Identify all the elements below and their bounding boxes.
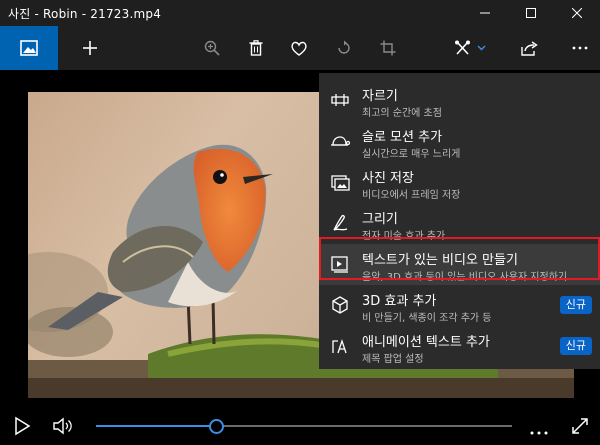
save-frame-icon — [331, 175, 350, 191]
fullscreen-icon — [572, 418, 588, 434]
menu-item-animated-text[interactable]: 애니메이션 텍스트 추가 제목 팝업 설정 신규 — [319, 326, 600, 367]
minimize-icon — [480, 12, 490, 14]
minimize-button[interactable] — [462, 0, 508, 26]
trash-icon — [249, 40, 263, 56]
maximize-button[interactable] — [508, 0, 554, 26]
plus-icon — [83, 41, 97, 55]
menu-item-title: 사진 저장 — [362, 171, 414, 186]
menu-item-title: 3D 효과 추가 — [362, 294, 437, 309]
seek-bar-thumb[interactable] — [209, 419, 224, 434]
animated-text-icon — [332, 338, 347, 354]
close-button[interactable] — [554, 0, 600, 26]
seek-bar-progress — [96, 425, 215, 427]
close-icon — [572, 8, 582, 18]
title-bar: 사진 - Robin - 21723.mp4 — [0, 0, 600, 26]
menu-item-save-photo[interactable]: 사진 저장 비디오에서 프레임 저장 — [319, 162, 600, 203]
maximize-icon — [526, 8, 536, 18]
more-icon — [572, 46, 588, 50]
add-button[interactable] — [77, 26, 103, 70]
volume-icon — [53, 417, 72, 435]
more-playback-button[interactable] — [530, 421, 548, 435]
zoom-button[interactable] — [199, 26, 225, 70]
photo-icon — [20, 40, 38, 56]
favorite-button[interactable] — [286, 26, 312, 70]
new-badge: 신규 — [559, 296, 592, 314]
trim-icon — [331, 94, 349, 106]
edit-create-button[interactable] — [449, 26, 491, 70]
more-icon — [530, 431, 548, 435]
delete-button[interactable] — [243, 26, 269, 70]
menu-item-subtitle: 비 만들기, 색종이 조각 추가 등 — [362, 313, 492, 324]
play-icon — [15, 416, 31, 436]
turtle-icon — [331, 136, 350, 146]
share-button[interactable] — [516, 26, 542, 70]
window-title: 사진 - Robin - 21723.mp4 — [8, 7, 162, 21]
rotate-button[interactable] — [331, 26, 357, 70]
menu-item-3d-effects[interactable]: 3D 효과 추가 비 만들기, 색종이 조각 추가 등 신규 — [319, 285, 600, 326]
heart-icon — [291, 41, 307, 56]
fullscreen-button[interactable] — [570, 416, 590, 436]
crop-button[interactable] — [375, 26, 401, 70]
zoom-icon — [204, 40, 220, 56]
see-all-photos-button[interactable] — [0, 26, 58, 70]
highlight-box — [319, 237, 600, 280]
menu-item-subtitle: 비디오에서 프레임 저장 — [362, 190, 461, 201]
new-badge: 신규 — [559, 337, 592, 355]
menu-item-title: 자르기 — [362, 89, 398, 104]
menu-item-title: 슬로 모션 추가 — [362, 130, 443, 145]
more-button[interactable] — [567, 26, 593, 70]
rotate-icon — [338, 40, 350, 54]
toolbar — [0, 26, 600, 70]
menu-item-title: 그리기 — [362, 212, 398, 227]
3d-effects-icon — [332, 296, 348, 314]
share-icon — [520, 40, 538, 56]
chevron-down-icon — [477, 45, 486, 51]
menu-item-subtitle: 최고의 순간에 초점 — [362, 108, 442, 119]
playback-controls — [0, 405, 600, 445]
menu-item-slow-motion[interactable]: 슬로 모션 추가 실시간으로 매우 느리게 — [319, 121, 600, 162]
menu-item-trim[interactable]: 자르기 최고의 순간에 초점 — [319, 80, 600, 121]
play-button[interactable] — [12, 416, 32, 436]
menu-item-title: 애니메이션 텍스트 추가 — [362, 335, 490, 350]
volume-button[interactable] — [52, 416, 74, 436]
edit-create-menu: 자르기 최고의 순간에 초점 슬로 모션 추가 실시간으로 매우 느리게 사진 … — [319, 73, 600, 369]
menu-item-subtitle: 제목 팝업 설정 — [362, 354, 424, 365]
draw-icon — [333, 214, 348, 231]
menu-item-subtitle: 실시간으로 매우 느리게 — [362, 149, 461, 160]
edit-create-icon — [455, 40, 470, 55]
crop-icon — [380, 40, 396, 56]
